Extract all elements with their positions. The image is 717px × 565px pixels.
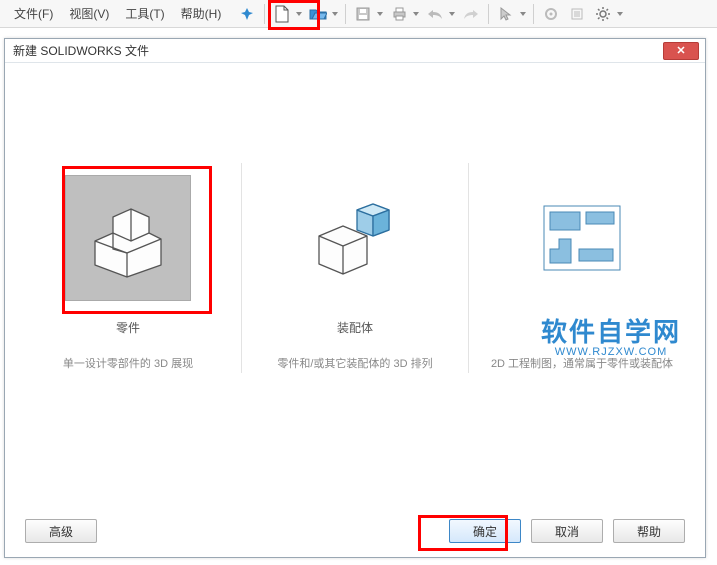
new-file-icon bbox=[270, 3, 294, 25]
settings-button[interactable] bbox=[591, 3, 625, 25]
part-icon bbox=[65, 175, 191, 301]
option-assembly[interactable]: 装配体 零件和/或其它装配体的 3D 排列 bbox=[250, 173, 460, 373]
part-thumb bbox=[63, 173, 193, 303]
watermark: 软件自学网 WWW.RJZXW.COM bbox=[541, 319, 681, 358]
dialog-body: 零件 单一设计零部件的 3D 展现 bbox=[5, 63, 705, 557]
cursor-icon bbox=[494, 3, 518, 25]
chevron-down-icon[interactable] bbox=[330, 3, 340, 25]
open-file-button[interactable] bbox=[306, 3, 340, 25]
menubar: 文件(F) 视图(V) 工具(T) 帮助(H) bbox=[0, 0, 717, 28]
help-button[interactable]: 帮助 bbox=[613, 519, 685, 543]
print-button[interactable] bbox=[387, 3, 421, 25]
undo-icon bbox=[423, 3, 447, 25]
option-part-title: 零件 bbox=[116, 319, 140, 336]
save-icon bbox=[351, 3, 375, 25]
option-drawing-desc: 2D 工程制图，通常属于零件或装配体 bbox=[491, 356, 673, 373]
chevron-down-icon[interactable] bbox=[447, 3, 457, 25]
ok-button[interactable]: 确定 bbox=[449, 519, 521, 543]
save-button[interactable] bbox=[351, 3, 385, 25]
chevron-down-icon[interactable] bbox=[615, 3, 625, 25]
dialog-titlebar: 新建 SOLIDWORKS 文件 ✕ bbox=[5, 39, 705, 63]
advanced-button[interactable]: 高级 bbox=[25, 519, 97, 543]
new-file-button[interactable] bbox=[270, 3, 304, 25]
assembly-icon bbox=[306, 189, 404, 287]
cancel-button[interactable]: 取消 bbox=[531, 519, 603, 543]
new-file-dialog: 新建 SOLIDWORKS 文件 ✕ bbox=[4, 38, 706, 558]
dialog-buttons: 高级 确定 取消 帮助 bbox=[5, 519, 705, 543]
option-part-desc: 单一设计零部件的 3D 展现 bbox=[63, 356, 193, 373]
toolbar bbox=[235, 3, 625, 25]
chevron-down-icon[interactable] bbox=[518, 3, 528, 25]
rebuild-icon[interactable] bbox=[539, 3, 563, 25]
divider bbox=[241, 163, 242, 373]
folder-open-icon bbox=[306, 3, 330, 25]
option-assembly-title: 装配体 bbox=[337, 319, 373, 336]
option-part[interactable]: 零件 单一设计零部件的 3D 展现 bbox=[23, 173, 233, 373]
watermark-cn: 软件自学网 bbox=[541, 319, 681, 345]
chevron-down-icon[interactable] bbox=[411, 3, 421, 25]
divider bbox=[468, 163, 469, 373]
menu-view[interactable]: 视图(V) bbox=[61, 1, 117, 27]
menu-tools[interactable]: 工具(T) bbox=[117, 1, 172, 27]
select-button[interactable] bbox=[494, 3, 528, 25]
close-button[interactable]: ✕ bbox=[663, 42, 699, 60]
chevron-down-icon[interactable] bbox=[375, 3, 385, 25]
close-icon: ✕ bbox=[676, 44, 685, 57]
options-icon[interactable] bbox=[565, 3, 589, 25]
undo-button[interactable] bbox=[423, 3, 457, 25]
assembly-thumb bbox=[290, 173, 420, 303]
option-assembly-desc: 零件和/或其它装配体的 3D 排列 bbox=[277, 356, 432, 373]
chevron-down-icon[interactable] bbox=[294, 3, 304, 25]
pin-icon[interactable] bbox=[235, 3, 259, 25]
drawing-thumb bbox=[517, 173, 647, 303]
print-icon bbox=[387, 3, 411, 25]
dialog-title: 新建 SOLIDWORKS 文件 bbox=[13, 42, 149, 59]
menu-help[interactable]: 帮助(H) bbox=[173, 1, 230, 27]
menu-file[interactable]: 文件(F) bbox=[6, 1, 61, 27]
redo-button[interactable] bbox=[459, 3, 483, 25]
drawing-icon bbox=[533, 189, 631, 287]
watermark-en: WWW.RJZXW.COM bbox=[541, 347, 681, 358]
gear-icon bbox=[591, 3, 615, 25]
